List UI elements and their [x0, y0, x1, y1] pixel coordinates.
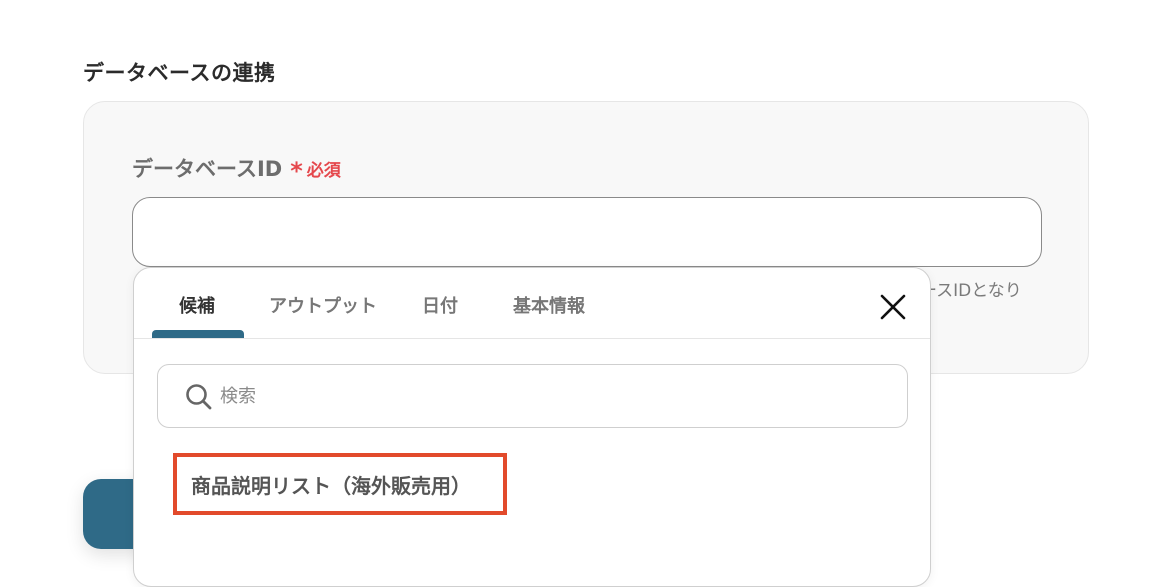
close-icon — [880, 294, 906, 320]
database-id-label-text: データベースID — [132, 157, 283, 181]
database-id-input[interactable] — [132, 197, 1042, 267]
search-icon — [186, 384, 212, 410]
candidate-item-label: 商品説明リスト（海外販売用） — [191, 473, 471, 498]
database-id-label: データベースID * 必須 — [132, 153, 341, 185]
required-star: * — [290, 157, 303, 185]
tab-date[interactable]: 日付 — [422, 292, 458, 318]
active-tab-indicator — [152, 330, 244, 338]
tab-basic-info[interactable]: 基本情報 — [513, 292, 585, 318]
dropdown-tabs: 候補 アウトプット 日付 基本情報 — [134, 268, 930, 339]
required-text: 必須 — [306, 161, 341, 181]
close-button[interactable] — [878, 292, 908, 322]
field-help-text: ースIDとなり — [920, 281, 1022, 301]
suggestion-dropdown: 候補 アウトプット 日付 基本情報 商品説明リスト（海外販売用） — [133, 267, 931, 587]
search-input[interactable] — [220, 379, 880, 413]
tab-candidates[interactable]: 候補 — [179, 292, 215, 318]
search-box[interactable] — [157, 364, 908, 428]
candidate-item[interactable]: 商品説明リスト（海外販売用） — [173, 453, 507, 515]
section-title: データベースの連携 — [83, 61, 276, 85]
tab-output[interactable]: アウトプット — [269, 292, 377, 318]
